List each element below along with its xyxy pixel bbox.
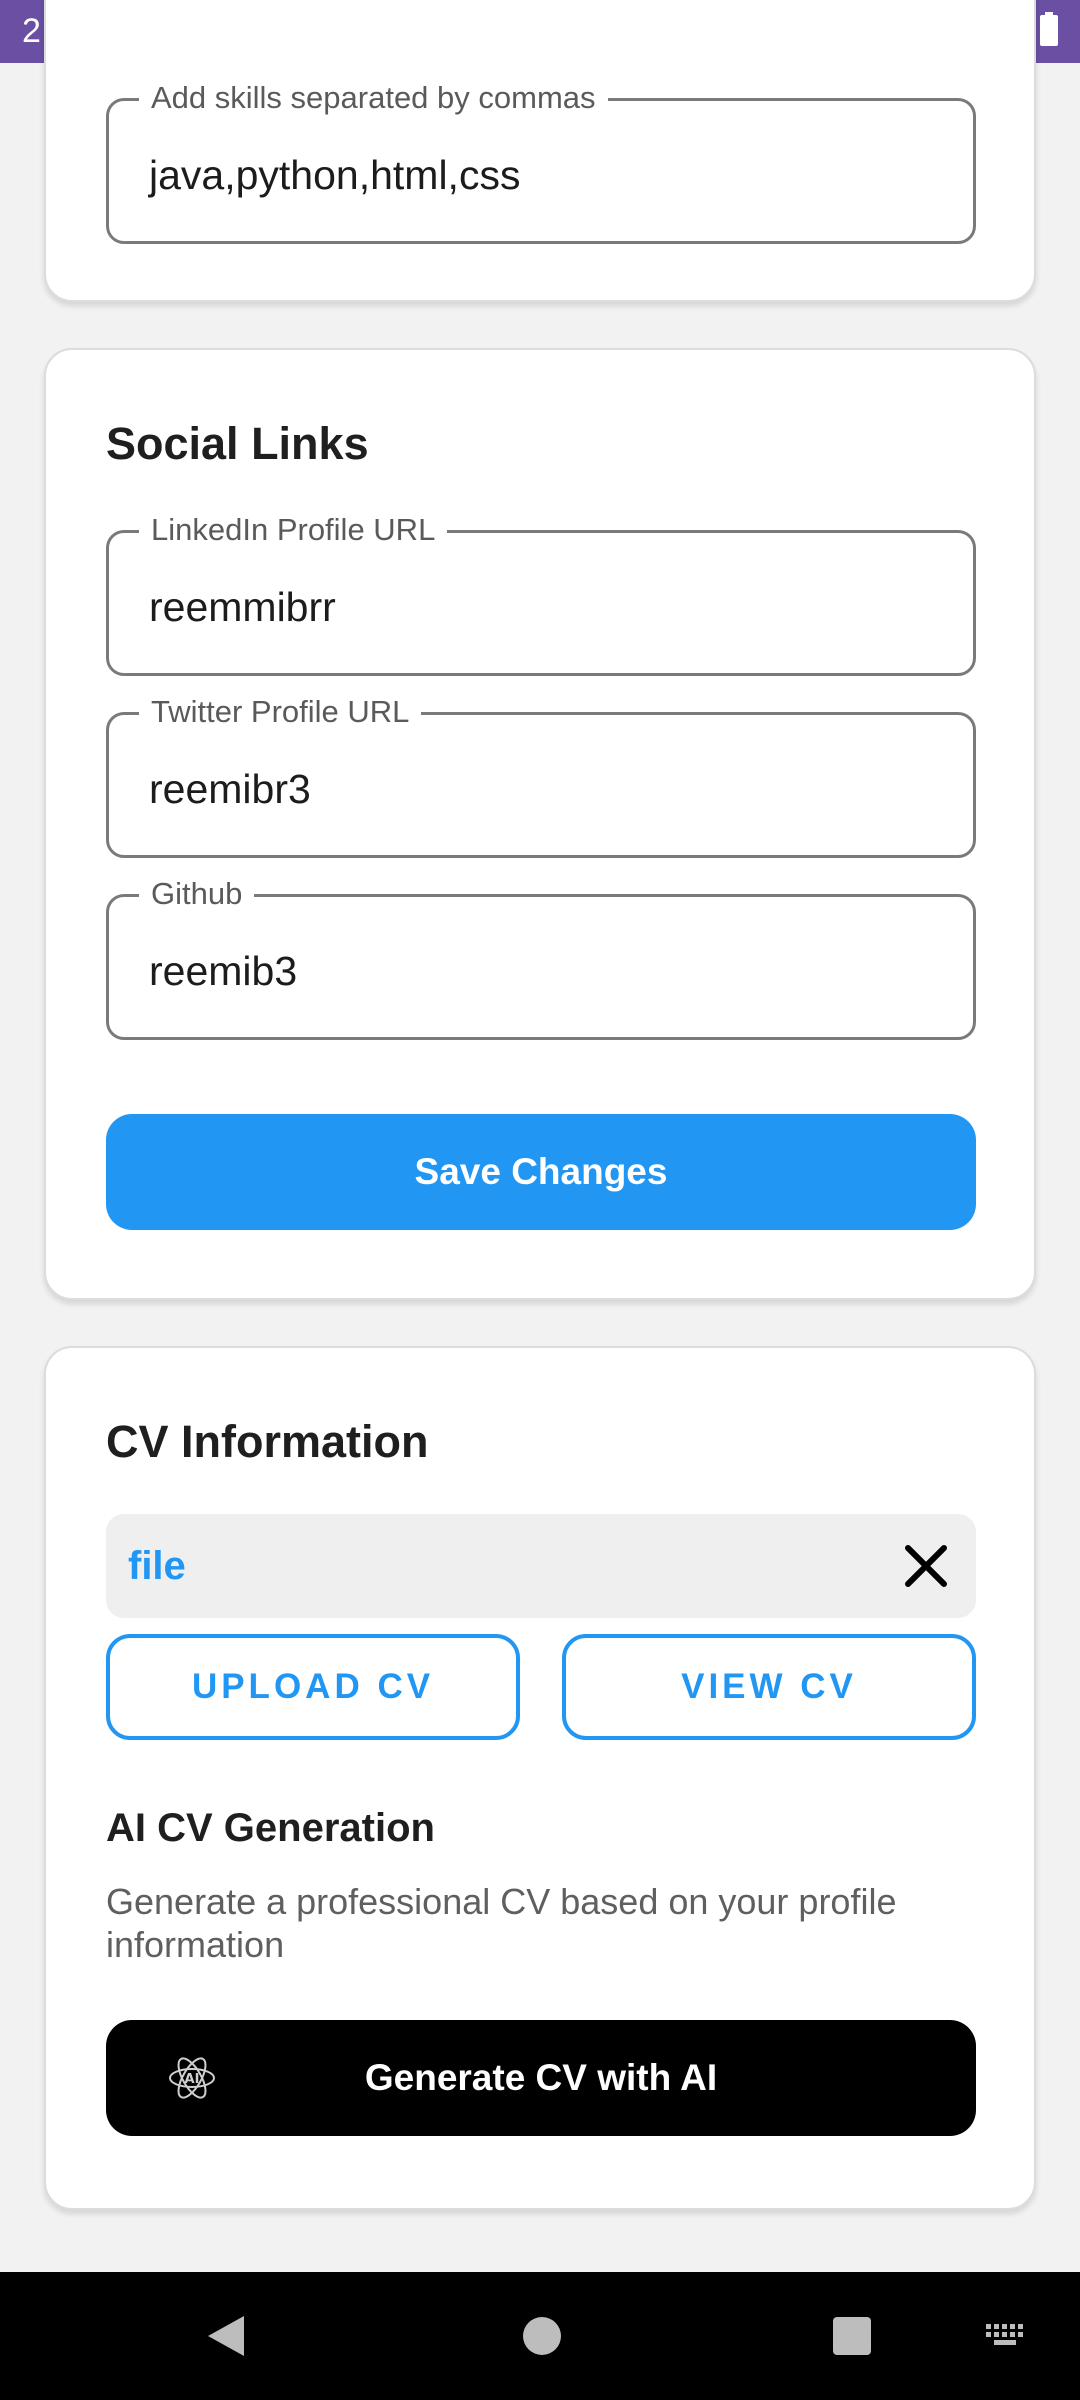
- linkedin-field-value[interactable]: reemmibrr: [149, 583, 336, 631]
- cv-file-row: file: [106, 1514, 976, 1618]
- skills-field-value[interactable]: java,python,html,css: [149, 151, 520, 199]
- cv-information-title: CV Information: [106, 1416, 429, 1467]
- linkedin-field[interactable]: LinkedIn Profile URL reemmibrr: [106, 511, 976, 676]
- twitter-field-label: Twitter Profile URL: [139, 693, 422, 731]
- social-links-title: Social Links: [106, 418, 369, 469]
- generate-cv-ai-button[interactable]: AI Generate CV with AI: [106, 2020, 976, 2136]
- navigation-bar: [0, 2272, 1080, 2400]
- svg-text:AI: AI: [185, 2072, 200, 2087]
- ai-atom-icon: AI: [166, 2052, 218, 2104]
- battery-icon: [1040, 12, 1058, 51]
- cv-information-card: CV Information file UPLOAD CV VIEW CV AI…: [44, 1346, 1036, 2210]
- twitter-field[interactable]: Twitter Profile URL reemibr3: [106, 693, 976, 858]
- skills-field-label: Add skills separated by commas: [139, 79, 608, 117]
- back-icon[interactable]: [204, 2312, 248, 2365]
- github-field[interactable]: Github reemib3: [106, 875, 976, 1040]
- linkedin-field-label: LinkedIn Profile URL: [139, 511, 448, 549]
- close-icon[interactable]: [902, 1542, 950, 1590]
- social-links-card: Social Links LinkedIn Profile URL reemmi…: [44, 348, 1036, 1300]
- keyboard-icon[interactable]: [984, 2312, 1030, 2365]
- github-field-value[interactable]: reemib3: [149, 947, 297, 995]
- recents-icon[interactable]: [830, 2312, 874, 2365]
- save-changes-button[interactable]: Save Changes: [106, 1114, 976, 1230]
- cv-file-name[interactable]: file: [128, 1544, 186, 1589]
- twitter-field-value[interactable]: reemibr3: [149, 765, 311, 813]
- view-cv-button[interactable]: VIEW CV: [562, 1634, 976, 1740]
- upload-cv-button[interactable]: UPLOAD CV: [106, 1634, 520, 1740]
- generate-cv-ai-label: Generate CV with AI: [364, 2057, 718, 2098]
- github-field-label: Github: [139, 875, 255, 913]
- ai-cv-generation-title: AI CV Generation: [106, 1806, 435, 1850]
- skills-field[interactable]: Add skills separated by commas java,pyth…: [106, 79, 976, 244]
- ai-cv-generation-description: Generate a professional CV based on your…: [106, 1881, 897, 1965]
- home-icon[interactable]: [520, 2312, 564, 2365]
- skills-card: Add skills separated by commas java,pyth…: [44, 0, 1036, 302]
